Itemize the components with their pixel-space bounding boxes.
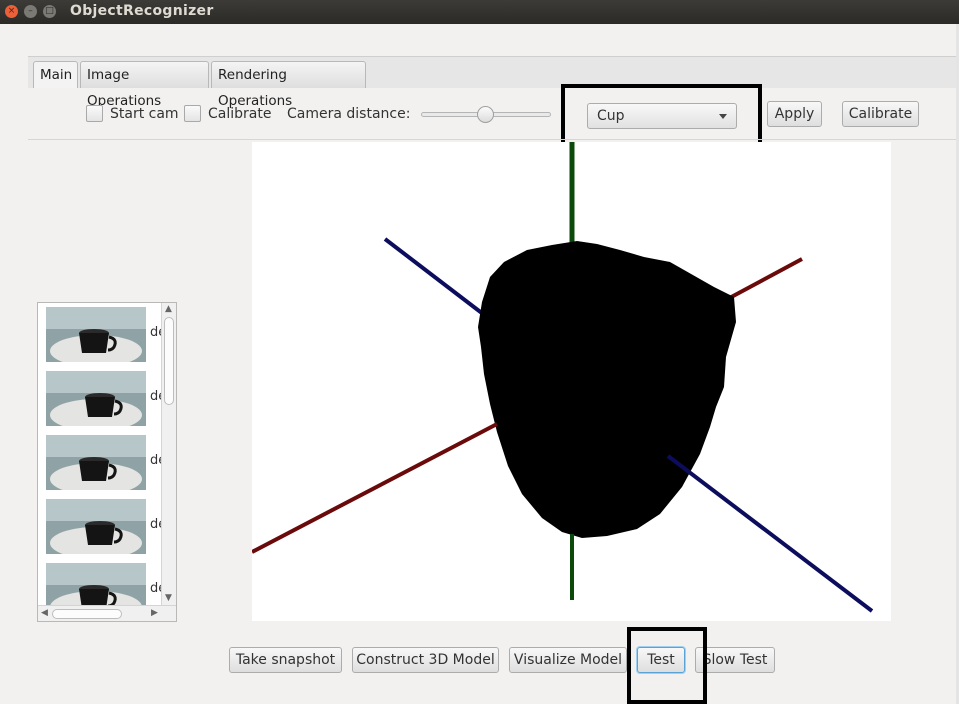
- vertical-scrollbar-thumb[interactable]: [164, 317, 174, 405]
- vertical-scrollbar[interactable]: ▲ ▼: [161, 303, 176, 605]
- scroll-down-icon[interactable]: ▼: [165, 593, 172, 603]
- calibrate-checkbox-label: Calibrate: [208, 106, 272, 122]
- snapshot-list-item[interactable]: de: [38, 303, 166, 365]
- scroll-left-icon[interactable]: ◀: [41, 608, 48, 618]
- visualize-model-button[interactable]: Visualize Model: [509, 647, 627, 673]
- snapshot-list-item[interactable]: de: [38, 431, 166, 493]
- cup-photo-icon: [46, 371, 146, 426]
- construct-3d-model-button[interactable]: Construct 3D Model: [352, 647, 499, 673]
- window-minimize-button[interactable]: –: [24, 5, 37, 18]
- tab-rendering-operations[interactable]: Rendering Operations: [211, 61, 366, 109]
- start-cam-label: Start cam: [110, 106, 179, 122]
- scroll-right-icon[interactable]: ▶: [151, 608, 158, 618]
- camera-distance-slider-thumb[interactable]: [477, 106, 494, 123]
- window-close-button[interactable]: ×: [5, 5, 18, 18]
- calibrate-checkbox[interactable]: [184, 105, 201, 122]
- toolbar-separator: [28, 139, 959, 140]
- x-axis-front: [252, 422, 498, 554]
- cup-photo-icon: [46, 307, 146, 362]
- slow-test-button[interactable]: Slow Test: [695, 647, 775, 673]
- window-maximize-button[interactable]: □: [43, 5, 56, 18]
- cup-photo-icon: [46, 435, 146, 490]
- window-title: ObjectRecognizer: [70, 3, 214, 19]
- z-axis-front: [666, 454, 874, 613]
- cup-photo-icon: [46, 499, 146, 554]
- horizontal-scrollbar[interactable]: ◀ ▶: [38, 605, 176, 621]
- 3d-model-viewer[interactable]: [252, 142, 891, 621]
- apply-button[interactable]: Apply: [767, 101, 822, 127]
- test-button-annotation-box: [627, 627, 707, 704]
- snapshot-list[interactable]: de de de de de ▲ ▼ ◀ ▶: [37, 302, 177, 622]
- take-snapshot-button[interactable]: Take snapshot: [229, 647, 342, 673]
- scroll-up-icon[interactable]: ▲: [165, 304, 172, 314]
- calibrate-button[interactable]: Calibrate: [842, 101, 919, 127]
- horizontal-scrollbar-thumb[interactable]: [52, 609, 122, 619]
- cup-3d-model: [478, 241, 736, 538]
- x-axis-back: [721, 257, 803, 304]
- snapshot-list-item[interactable]: de: [38, 495, 166, 557]
- camera-distance-label: Camera distance:: [287, 106, 411, 122]
- tab-main[interactable]: Main: [33, 61, 78, 88]
- title-bar: × – □ ObjectRecognizer: [0, 0, 959, 24]
- tab-image-operations[interactable]: Image Operations: [80, 61, 209, 109]
- snapshot-list-item[interactable]: de: [38, 367, 166, 429]
- z-axis-back: [383, 237, 489, 319]
- start-cam-checkbox[interactable]: [86, 105, 103, 122]
